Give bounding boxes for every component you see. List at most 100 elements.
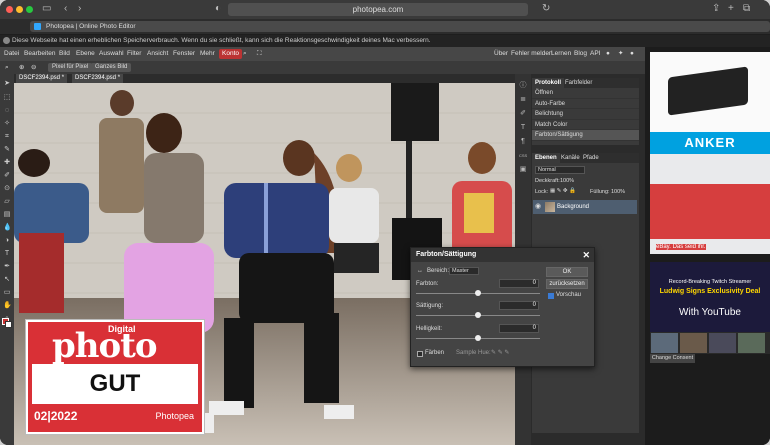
ad-thumbnail[interactable]: [680, 333, 707, 353]
menu-learn[interactable]: Lernen: [551, 47, 571, 61]
text-tool-icon[interactable]: T: [3, 250, 11, 258]
menu-view[interactable]: Ansicht: [147, 47, 168, 61]
clone-tool-icon[interactable]: ⊙: [3, 185, 11, 193]
eyedropper-tool-icon[interactable]: ✎: [3, 146, 11, 154]
tab-swatches[interactable]: Farbfelder: [562, 78, 595, 88]
reset-button[interactable]: zurücksetzen: [546, 279, 588, 289]
tab-paths[interactable]: Pfade: [580, 153, 602, 163]
account-button[interactable]: Konto: [219, 49, 242, 59]
history-item[interactable]: Belichtung: [532, 109, 639, 120]
pixel-for-pixel-button[interactable]: Pixel für Pixel: [48, 63, 93, 72]
menu-blog[interactable]: Blog: [574, 47, 587, 61]
ok-button[interactable]: OK: [546, 267, 588, 277]
twitch-ad[interactable]: Record-Breaking Twitch Streamer Ludwig S…: [650, 262, 770, 332]
menu-about[interactable]: Über: [494, 47, 508, 61]
marquee-tool-icon[interactable]: ⬚: [3, 94, 11, 102]
paragraph-icon[interactable]: ¶: [519, 138, 527, 146]
layer-background[interactable]: ◉ Background: [533, 200, 637, 214]
saturation-slider-knob[interactable]: [475, 312, 481, 318]
magic-wand-tool-icon[interactable]: ✧: [3, 120, 11, 128]
image-panel-icon[interactable]: ▣: [519, 166, 527, 174]
menu-edit[interactable]: Bearbeiten: [24, 47, 55, 61]
eraser-tool-icon[interactable]: ▱: [3, 198, 11, 206]
menu-select[interactable]: Auswahl: [99, 47, 124, 61]
shape-tool-icon[interactable]: ▭: [3, 289, 11, 297]
reddit-icon[interactable]: ●: [606, 47, 610, 61]
menu-api[interactable]: API: [590, 47, 600, 61]
healing-tool-icon[interactable]: ✚: [3, 159, 11, 167]
menu-window[interactable]: Fenster: [173, 47, 195, 61]
background-color-swatch[interactable]: [5, 321, 12, 328]
ad-thumbnail[interactable]: [709, 333, 736, 353]
tab-layers[interactable]: Ebenen: [532, 153, 560, 163]
menu-report-bug[interactable]: Fehler melden: [511, 47, 553, 61]
dodge-tool-icon[interactable]: ◑: [3, 237, 11, 245]
layers-stack-icon[interactable]: ≣: [519, 96, 527, 104]
hand-tool-icon[interactable]: ✋: [3, 302, 12, 310]
history-item-active[interactable]: Farbton/Sättigung: [532, 130, 639, 141]
info-icon[interactable]: ⓘ: [519, 82, 527, 90]
zoom-out-icon[interactable]: ⊖: [31, 61, 36, 74]
pen-tool-icon[interactable]: ✒: [3, 263, 11, 271]
forward-icon[interactable]: ›: [78, 3, 81, 15]
document-tab-1[interactable]: DSCF2394.psd *: [16, 74, 68, 83]
fit-whole-image-button[interactable]: Ganzes Bild: [91, 63, 132, 72]
tab-history[interactable]: Protokoll: [532, 78, 565, 88]
twitter-icon[interactable]: ✦: [618, 47, 623, 61]
lightness-slider-knob[interactable]: [475, 335, 481, 341]
new-tab-icon[interactable]: +: [728, 3, 734, 15]
zoom-in-icon[interactable]: ⊕: [19, 61, 24, 74]
facebook-icon[interactable]: ●: [630, 47, 634, 61]
character-icon[interactable]: T: [519, 124, 527, 132]
ad-thumbnail[interactable]: [651, 333, 678, 353]
fill-value[interactable]: 100%: [611, 189, 625, 195]
change-consent-button[interactable]: Change Consent: [650, 354, 695, 363]
menu-file[interactable]: Datei: [4, 47, 19, 61]
lasso-tool-icon[interactable]: ◌: [3, 107, 11, 115]
crop-tool-icon[interactable]: ⌗: [3, 133, 11, 141]
blend-mode-select[interactable]: Normal: [535, 166, 585, 174]
sidebar-icon[interactable]: ▭: [42, 3, 51, 15]
shield-icon[interactable]: ◐: [215, 3, 221, 15]
blur-tool-icon[interactable]: 💧: [3, 224, 12, 232]
address-bar[interactable]: photopea.com: [228, 3, 528, 16]
ebay-ad[interactable]: eBay. Das seid ihr.: [650, 154, 770, 254]
history-item[interactable]: Öffnen: [532, 88, 639, 99]
search-icon[interactable]: ⌕: [243, 47, 247, 61]
hue-input[interactable]: 0: [499, 279, 539, 288]
lock-icons[interactable]: ▦ ✎ ✥ 🔒: [550, 188, 576, 194]
brush-settings-icon[interactable]: ✐: [519, 110, 527, 118]
back-icon[interactable]: ‹: [64, 3, 67, 15]
menu-layer[interactable]: Ebene: [76, 47, 95, 61]
eyedropper-icons[interactable]: ✎ ✎ ✎: [491, 349, 509, 356]
document-tab-2[interactable]: DSCF2394.psd *: [72, 74, 124, 83]
menu-filter[interactable]: Filter: [127, 47, 141, 61]
history-item[interactable]: Auto-Farbe: [532, 99, 639, 109]
colorize-checkbox[interactable]: [417, 351, 423, 357]
history-item[interactable]: Match Color: [532, 120, 639, 130]
tab-channels[interactable]: Kanäle: [558, 153, 583, 163]
menu-image[interactable]: Bild: [59, 47, 70, 61]
hue-slider-knob[interactable]: [475, 290, 481, 296]
close-icon[interactable]: ✕: [582, 248, 590, 262]
menu-more[interactable]: Mehr: [200, 47, 215, 61]
lightness-input[interactable]: 0: [499, 324, 539, 333]
preview-checkbox[interactable]: [548, 293, 554, 299]
path-select-tool-icon[interactable]: ↖: [3, 276, 11, 284]
css-icon[interactable]: CSS: [519, 152, 527, 160]
browser-tab[interactable]: Photopea | Online Photo Editor: [30, 21, 770, 32]
range-select[interactable]: Master: [449, 267, 479, 275]
maximize-window-button[interactable]: [26, 6, 33, 13]
dialog-titlebar[interactable]: Farbton/Sättigung ✕: [411, 248, 594, 262]
tab-overview-icon[interactable]: ⧉: [743, 3, 750, 15]
ad-thumbnail[interactable]: [738, 333, 765, 353]
visibility-eye-icon[interactable]: ◉: [535, 203, 543, 211]
move-tool-icon[interactable]: ➤: [3, 80, 11, 88]
gradient-tool-icon[interactable]: ▤: [3, 211, 11, 219]
reload-icon[interactable]: ↻: [542, 3, 550, 15]
fullscreen-icon[interactable]: ⛶: [257, 47, 262, 61]
share-icon[interactable]: ⇪: [712, 3, 720, 15]
saturation-input[interactable]: 0: [499, 301, 539, 310]
brush-tool-icon[interactable]: ✐: [3, 172, 11, 180]
anker-ad[interactable]: ANKER: [650, 52, 770, 154]
